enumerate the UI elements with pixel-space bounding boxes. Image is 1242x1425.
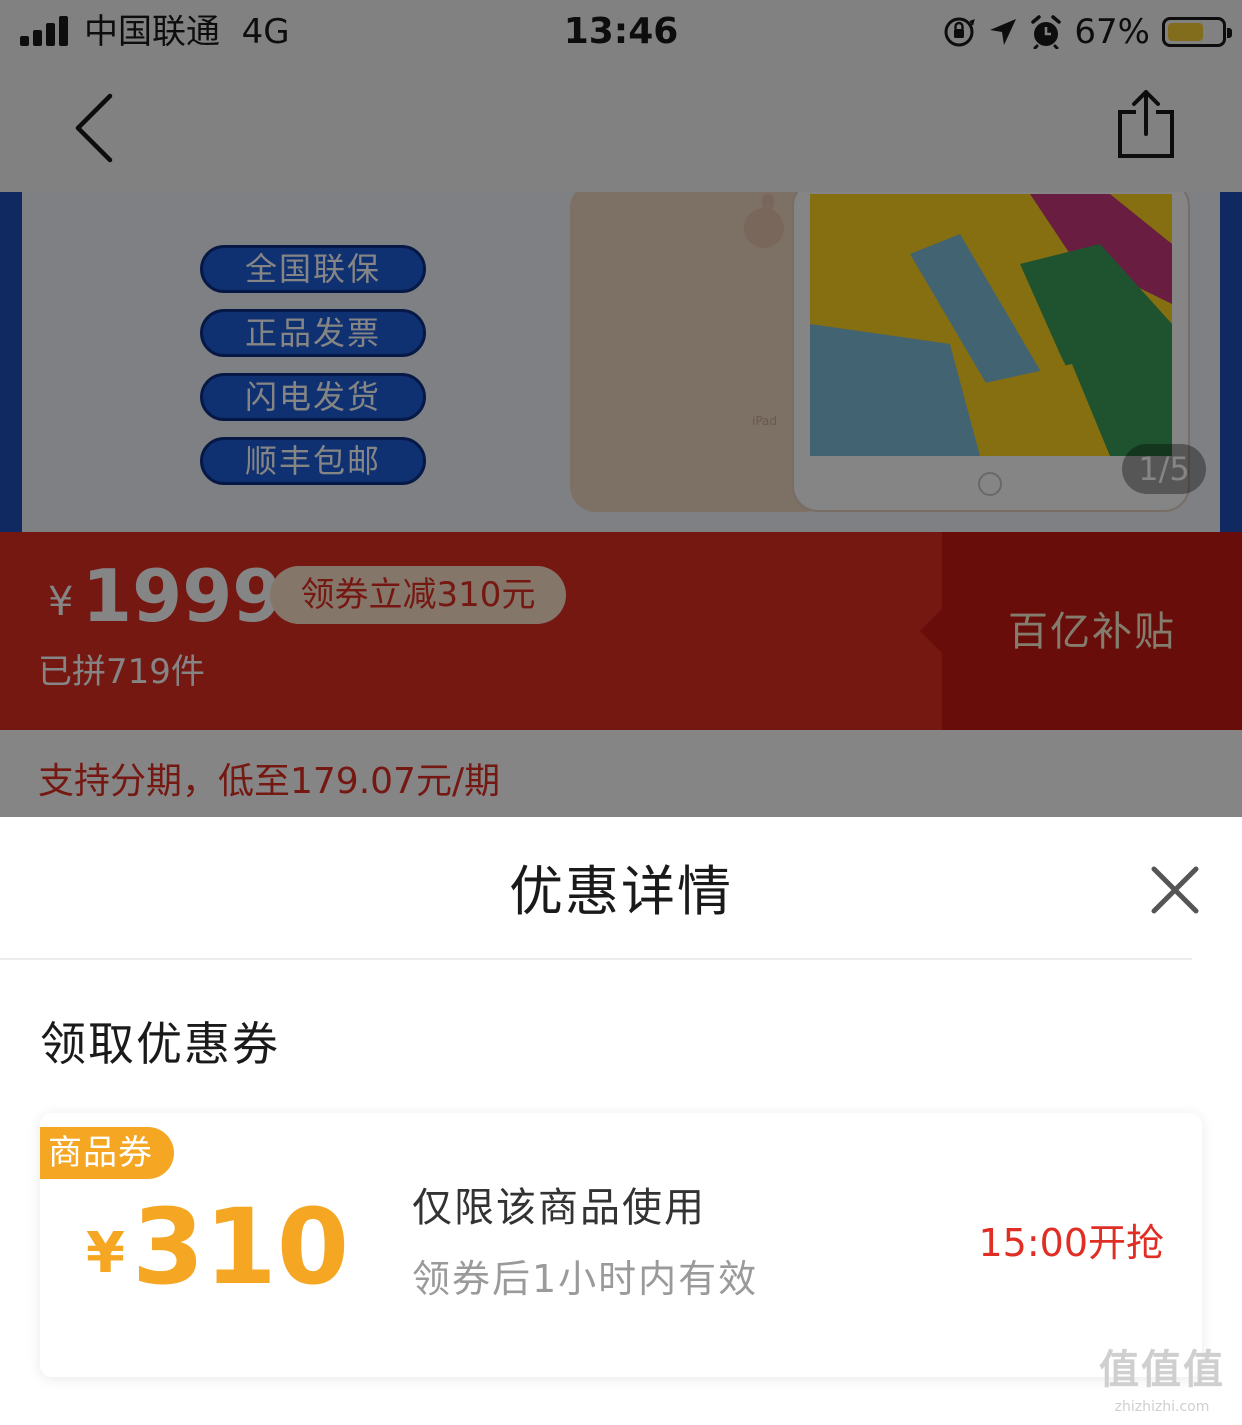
coupon-type-badge: 商品券 xyxy=(40,1127,174,1179)
watermark-logo-text: 值值值 xyxy=(1099,1347,1225,1393)
modal-backdrop[interactable] xyxy=(0,0,1242,817)
coupon-amount: 310 xyxy=(132,1186,350,1308)
sheet-title: 优惠详情 xyxy=(509,860,733,923)
coupon-scope: 仅限该商品使用 xyxy=(412,1185,706,1231)
section-title-claim-coupon: 领取优惠券 xyxy=(40,1017,280,1071)
discount-detail-sheet: 优惠详情 领取优惠券 商品券 ¥ 310 仅限该商品使用 领券后1小时内有效 1… xyxy=(0,817,1242,1425)
sheet-divider xyxy=(0,958,1192,960)
close-icon[interactable] xyxy=(1146,861,1204,919)
coupon-start-time-button[interactable]: 15:00开抢 xyxy=(978,1217,1164,1269)
coupon-card[interactable]: 商品券 ¥ 310 仅限该商品使用 领券后1小时内有效 15:00开抢 xyxy=(40,1113,1202,1377)
watermark-url: zhizhizhi.com xyxy=(1114,1399,1210,1415)
coupon-currency: ¥ xyxy=(86,1221,125,1286)
coupon-validity: 领券后1小时内有效 xyxy=(412,1257,759,1301)
watermark: 值值值 zhizhizhi.com xyxy=(1092,1342,1232,1416)
